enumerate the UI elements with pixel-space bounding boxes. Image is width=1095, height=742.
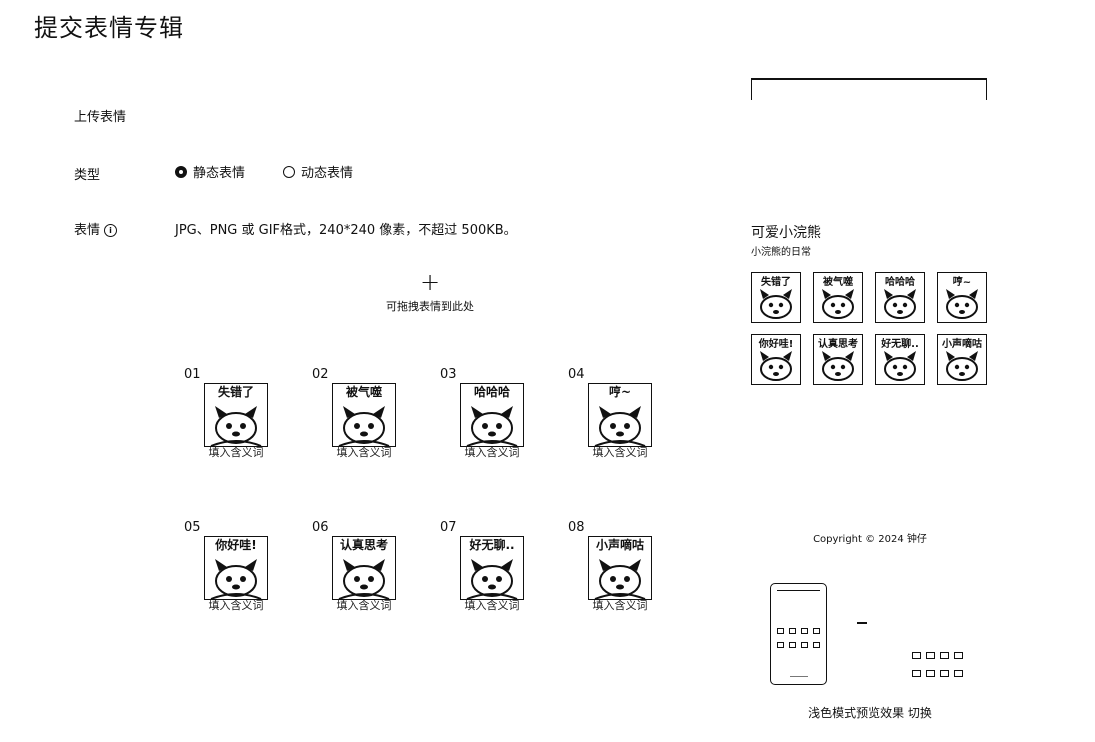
- meaning-input[interactable]: 填入含义词: [578, 597, 662, 613]
- plus-icon: +: [419, 268, 441, 296]
- sticker-number: 02: [312, 367, 329, 382]
- sticker-item: 01 失错了填入含义词: [184, 367, 284, 459]
- meaning-input[interactable]: 填入含义词: [322, 597, 406, 613]
- sticker-caption: 你好哇!: [215, 538, 257, 552]
- preview-sticker: 小声嘀咕: [937, 334, 987, 385]
- meaning-input[interactable]: 填入含义词: [194, 444, 278, 460]
- sticker-number: 01: [184, 367, 201, 382]
- meaning-input[interactable]: 填入含义词: [450, 597, 534, 613]
- format-hint: JPG、PNG 或 GIF格式，240*240 像素，不超过 500KB。: [175, 223, 517, 238]
- sticker-number: 05: [184, 520, 201, 535]
- emoji-label-text: 表情: [74, 223, 101, 238]
- meaning-input[interactable]: 填入含义词: [578, 444, 662, 460]
- preview-sticker: 失错了: [751, 272, 801, 323]
- preview-sticker: 好无聊..: [875, 334, 925, 385]
- radio-checked-icon: [175, 165, 187, 178]
- copyright: Copyright © 2024 钟仔: [813, 534, 927, 545]
- sticker-image[interactable]: 被气噬: [332, 383, 396, 447]
- sticker-number: 08: [568, 520, 585, 535]
- theme-switch-row: 浅色模式预览效果 切换: [790, 704, 950, 721]
- pack-title: 可爱小浣熊: [751, 225, 821, 241]
- sticker-item: 08 小声嘀咕填入含义词: [568, 520, 668, 612]
- pack-subtitle: 小浣熊的日常: [751, 247, 811, 258]
- preview-sticker: 你好哇!: [751, 334, 801, 385]
- sticker-item: 03 哈哈哈填入含义词: [440, 367, 540, 459]
- sticker-number: 06: [312, 520, 329, 535]
- sticker-number: 03: [440, 367, 457, 382]
- sticker-image[interactable]: 小声嘀咕: [588, 536, 652, 600]
- radio-animated-label: 动态表情: [301, 166, 354, 181]
- radio-unchecked-icon: [283, 165, 295, 178]
- info-icon[interactable]: i: [104, 224, 118, 237]
- sticker-caption: 哼~: [608, 385, 632, 399]
- sticker-image[interactable]: 哼~: [588, 383, 652, 447]
- sticker-caption: 认真思考: [339, 538, 388, 552]
- sticker-item: 04 哼~ 填入含义词: [568, 367, 668, 459]
- sticker-caption: 小声嘀咕: [595, 538, 644, 552]
- theme-switch-link[interactable]: 切换: [908, 706, 932, 720]
- sticker-caption: 失错了: [217, 385, 254, 399]
- sticker-image[interactable]: 你好哇!: [204, 536, 268, 600]
- sticker-item: 06 认真思考填入含义词: [312, 520, 412, 612]
- upload-dropzone[interactable]: + 可拖拽表情到此处: [330, 270, 530, 320]
- dropzone-text: 可拖拽表情到此处: [386, 300, 474, 313]
- sticker-image[interactable]: 好无聊..: [460, 536, 524, 600]
- meaning-input[interactable]: 填入含义词: [322, 444, 406, 460]
- sticker-image[interactable]: 认真思考: [332, 536, 396, 600]
- sticker-number: 07: [440, 520, 457, 535]
- sticker-item: 07 好无聊.. 填入含义词: [440, 520, 540, 612]
- type-label: 类型: [74, 168, 101, 183]
- meaning-input[interactable]: 填入含义词: [194, 597, 278, 613]
- radio-static-label: 静态表情: [193, 166, 246, 181]
- sticker-image[interactable]: 哈哈哈: [460, 383, 524, 447]
- emoji-label: 表情 i: [74, 219, 118, 238]
- sticker-item: 02 被气噬填入含义词: [312, 367, 412, 459]
- sticker-number: 04: [568, 367, 585, 382]
- radio-animated[interactable]: 动态表情: [283, 162, 353, 181]
- phone-preview-icon: [770, 583, 827, 685]
- sticker-item: 05 你好哇! 填入含义词: [184, 520, 284, 612]
- preview-sticker: 哼~: [937, 272, 987, 323]
- chat-dash-icon: [857, 622, 867, 624]
- sticker-image[interactable]: 失错了: [204, 383, 268, 447]
- page-title: 提交表情专辑: [34, 14, 184, 42]
- preview-sticker: 认真思考: [813, 334, 863, 385]
- sticker-caption: 好无聊..: [469, 538, 515, 552]
- preview-sticker: 被气噬: [813, 272, 863, 323]
- preview-header: [751, 78, 987, 100]
- theme-text: 浅色模式预览效果: [808, 706, 905, 720]
- radio-static[interactable]: 静态表情: [175, 162, 245, 181]
- sticker-caption: 被气噬: [345, 385, 382, 399]
- sticker-caption: 哈哈哈: [473, 385, 510, 399]
- chat-preview-icon: [912, 652, 966, 682]
- meaning-input[interactable]: 填入含义词: [450, 444, 534, 460]
- upload-label: 上传表情: [74, 110, 127, 125]
- preview-sticker: 哈哈哈: [875, 272, 925, 323]
